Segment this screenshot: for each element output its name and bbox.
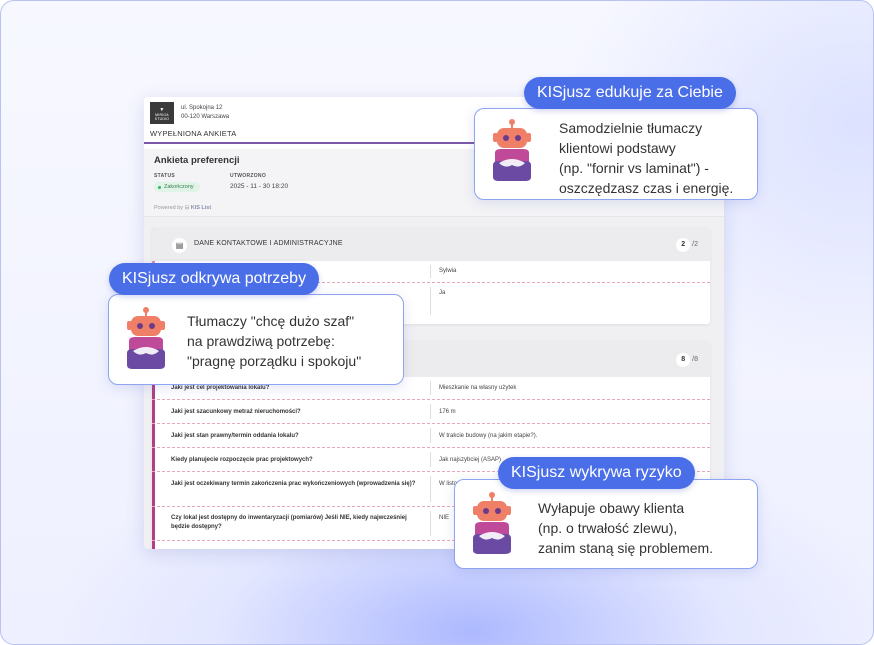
created-label: UTWORZONO <box>230 173 267 179</box>
robot-icon <box>126 307 166 370</box>
document-title: WYPEŁNIONA ANKIETA <box>150 129 237 138</box>
powered-by: Powered by ⊟ KIS List <box>154 205 212 211</box>
callout-box: Samodzielnie tłumaczy klientowi podstawy… <box>474 108 758 200</box>
callout-text: Samodzielnie tłumaczy klientowi podstawy… <box>559 120 734 196</box>
kis-list-logo-icon: ⊟ <box>184 205 190 211</box>
callout-title: KISjusz wykrywa ryzyko <box>498 457 695 489</box>
section-header[interactable]: ▤ DANE KONTAKTOWE I ADMINISTRACYJNE 2/2 <box>152 228 710 261</box>
studio-address: ul. Spokojna 12 00-120 Warszawa <box>181 105 230 120</box>
section-counter: 8/8 <box>676 353 698 367</box>
background-frame: ▼ MIRIGA STUDIO ul. Spokojna 12 00-120 W… <box>0 0 874 645</box>
document-icon: ▤ <box>172 238 187 253</box>
section-title: DANE KONTAKTOWE I ADMINISTRACYJNE <box>194 240 343 247</box>
callout-text: Wyłapuje obawy klienta (np. o trwałość z… <box>538 500 714 556</box>
table-row: Jaki jest stan prawny/termin oddania lok… <box>152 424 710 448</box>
callout-box: Wyłapuje obawy klienta (np. o trwałość z… <box>454 479 758 569</box>
survey-title: Ankieta preferencji <box>154 155 240 166</box>
callout-title: KISjusz edukuje za Ciebie <box>524 77 736 109</box>
callout-box: Tłumaczy "chcę dużo szaf" na prawdziwą p… <box>108 294 404 385</box>
studio-logo: ▼ MIRIGA STUDIO <box>150 102 174 124</box>
robot-icon <box>492 119 532 182</box>
callout-title: KISjusz odkrywa potrzeby <box>109 263 320 295</box>
robot-icon <box>472 492 512 555</box>
status-label: STATUS <box>154 173 176 179</box>
section-counter: 2/2 <box>676 238 698 252</box>
callout-text: Tłumaczy "chcę dużo szaf" na prawdziwą p… <box>187 313 362 369</box>
status-badge: Zakończony <box>154 182 200 192</box>
created-date: 2025 - 11 - 30 18:20 <box>230 183 289 190</box>
table-row: Jaki jest szacunkowy metraż nieruchomośc… <box>152 400 710 424</box>
